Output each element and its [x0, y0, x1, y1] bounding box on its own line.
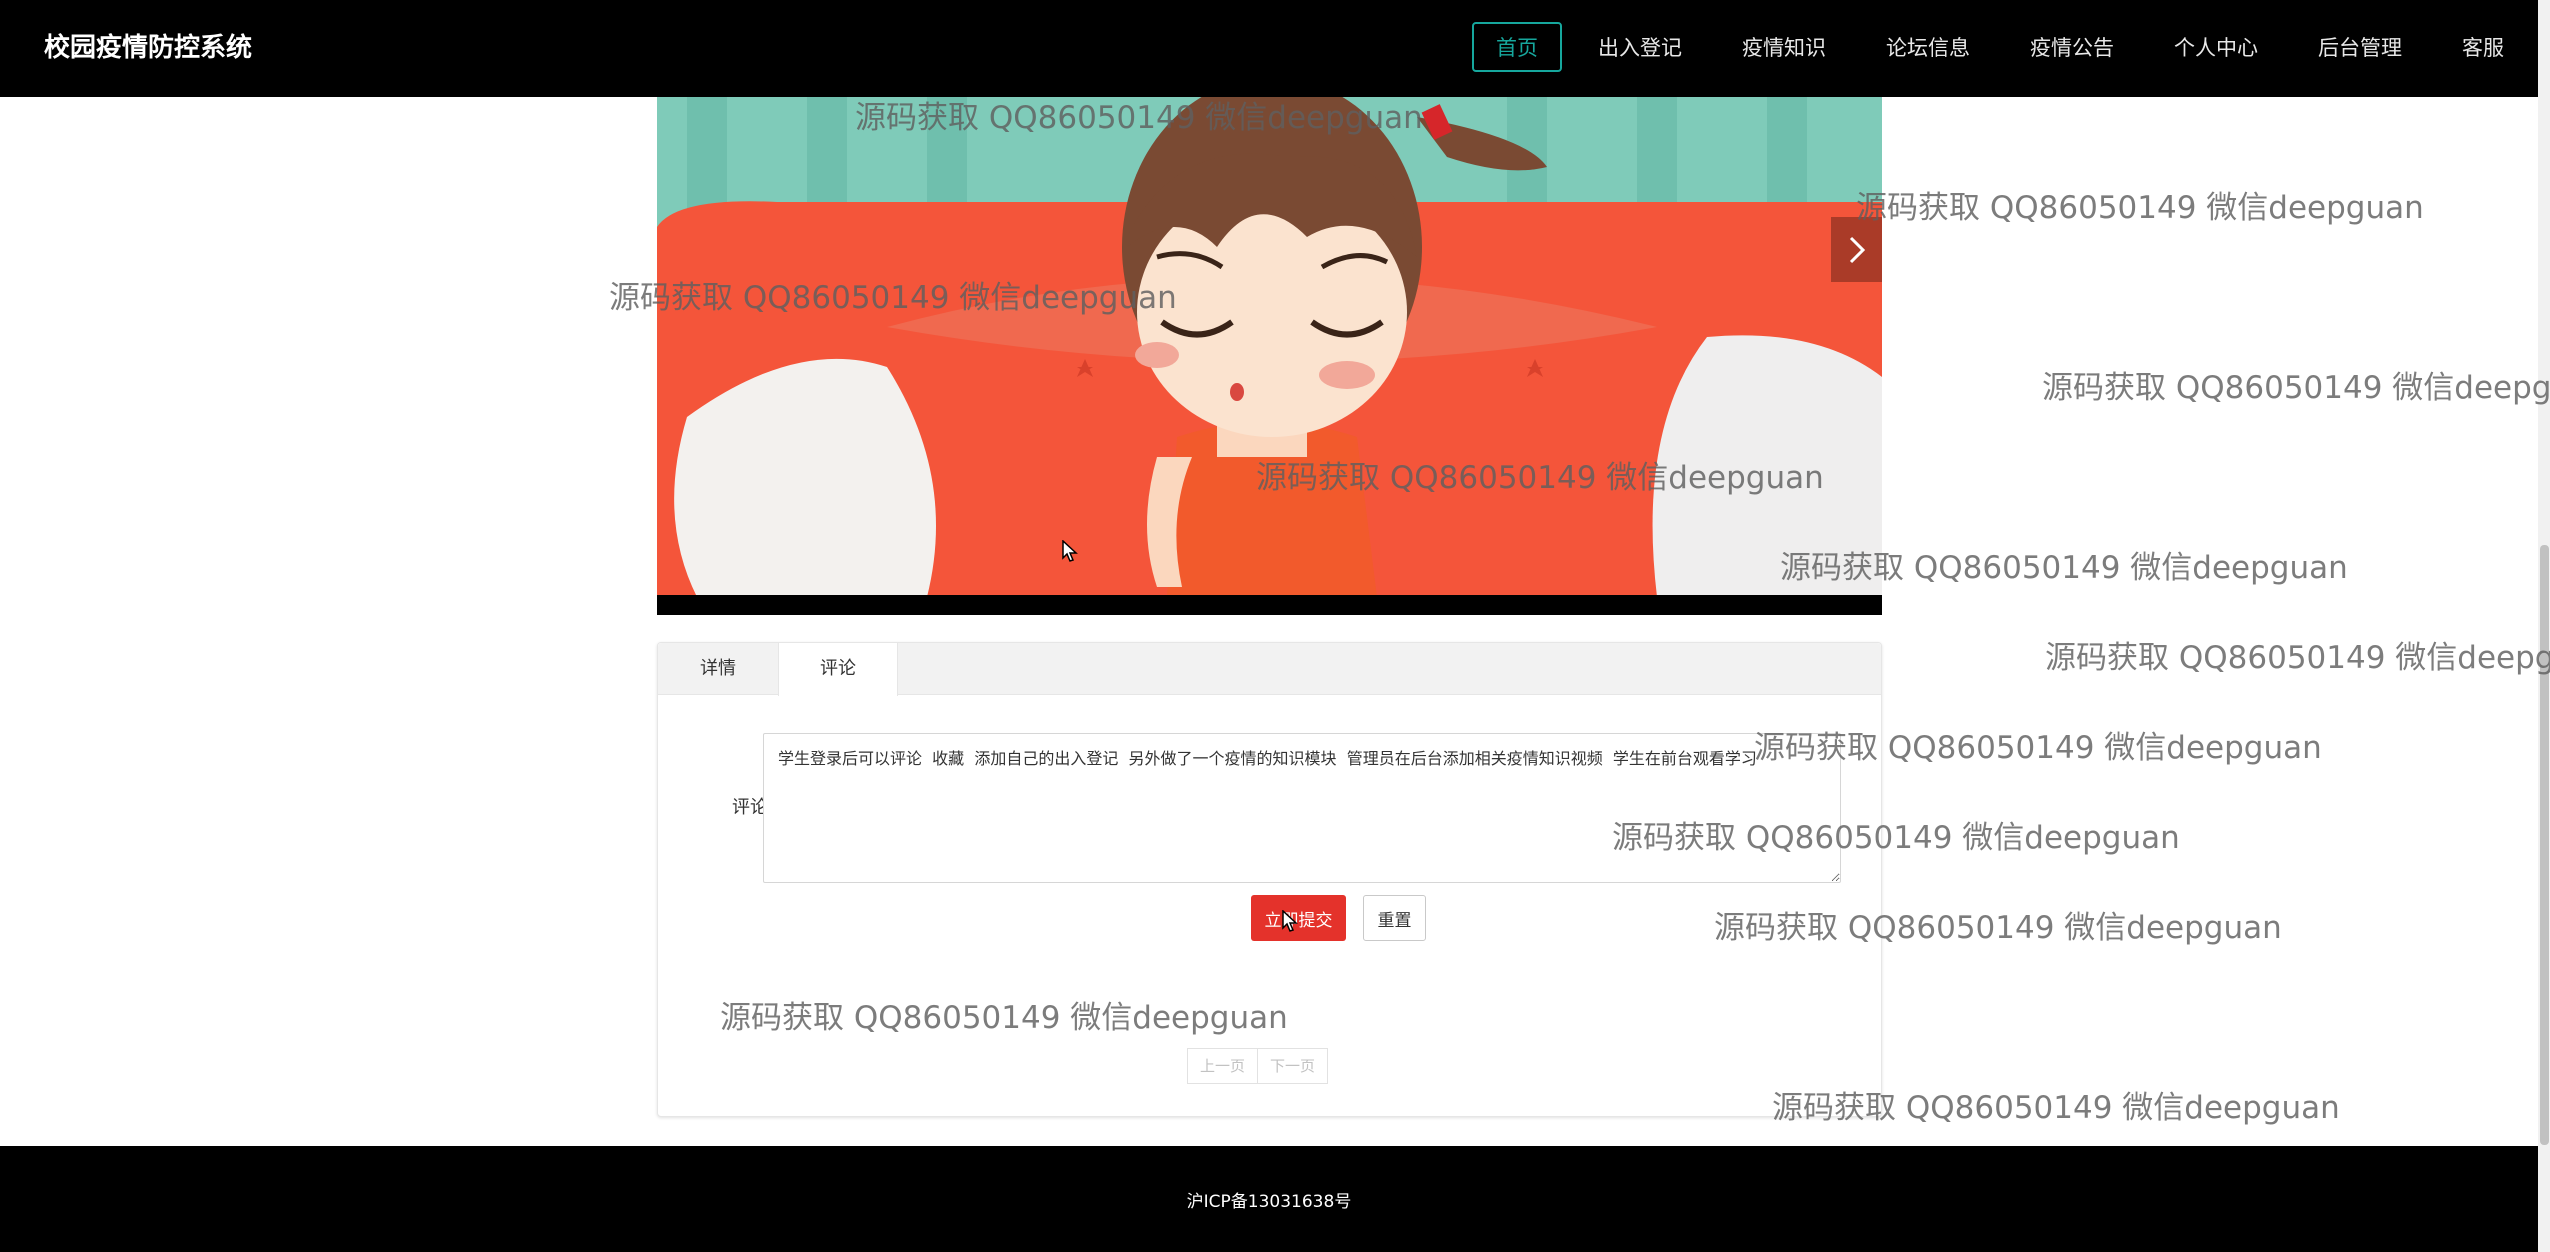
site-title: 校园疫情防控系统 [44, 33, 253, 63]
reset-button[interactable]: 重置 [1363, 895, 1426, 941]
watermark: 源码获取 QQ86050149 微信deepguan [2042, 370, 2550, 406]
next-page-button[interactable]: 下一页 [1258, 1048, 1329, 1084]
prev-page-button[interactable]: 上一页 [1187, 1048, 1259, 1084]
nav-item-epidemic-knowledge[interactable]: 疫情知识 [1718, 22, 1850, 72]
tab-bar: 详情 评论 [658, 643, 1881, 696]
submit-button[interactable]: 立即提交 [1251, 895, 1346, 941]
comment-card: 详情 评论 评论 学生登录后可以评论 收藏 添加自己的出入登记 另外做了一个疫情… [657, 642, 1882, 1117]
cartoon-girl-video-frame [657, 97, 1882, 615]
tab-details[interactable]: 详情 [658, 643, 778, 695]
nav-item-admin[interactable]: 后台管理 [2294, 22, 2426, 72]
mouse-cursor-icon [1282, 910, 1298, 932]
watermark: 源码获取 QQ86050149 微信deepguan [2045, 640, 2550, 676]
nav-item-home[interactable]: 首页 [1472, 22, 1562, 72]
comment-label: 评论 [732, 797, 768, 818]
pagination: 上一页 下一页 [1187, 1048, 1329, 1084]
nav-item-forum[interactable]: 论坛信息 [1862, 22, 1994, 72]
nav-item-announcements[interactable]: 疫情公告 [2006, 22, 2138, 72]
carousel-next-arrow[interactable] [1831, 217, 1882, 282]
nav-menu: 首页 出入登记 疫情知识 论坛信息 疫情公告 个人中心 后台管理 客服 [1460, 22, 2528, 72]
footer: 沪ICP备13031638号 [0, 1146, 2538, 1252]
video-player[interactable] [657, 97, 1882, 615]
tab-comments[interactable]: 评论 [778, 643, 898, 696]
top-navbar: 校园疫情防控系统 首页 出入登记 疫情知识 论坛信息 疫情公告 个人中心 后台管… [0, 0, 2538, 97]
chevron-right-icon [1849, 236, 1865, 263]
comment-textarea[interactable]: 学生登录后可以评论 收藏 添加自己的出入登记 另外做了一个疫情的知识模块 管理员… [763, 733, 1841, 883]
watermark: 源码获取 QQ86050149 微信deepguan [1856, 190, 2424, 226]
scrollbar-thumb[interactable] [2540, 545, 2549, 1145]
mouse-cursor-icon [1062, 540, 1078, 562]
nav-item-access-registration[interactable]: 出入登记 [1574, 22, 1706, 72]
page-scrollbar[interactable] [2538, 0, 2550, 1252]
icp-record: 沪ICP备13031638号 [1186, 1192, 1352, 1212]
nav-item-personal-center[interactable]: 个人中心 [2150, 22, 2282, 72]
page: 校园疫情防控系统 首页 出入登记 疫情知识 论坛信息 疫情公告 个人中心 后台管… [0, 0, 2550, 1252]
nav-item-customer-service[interactable]: 客服 [2438, 22, 2528, 72]
